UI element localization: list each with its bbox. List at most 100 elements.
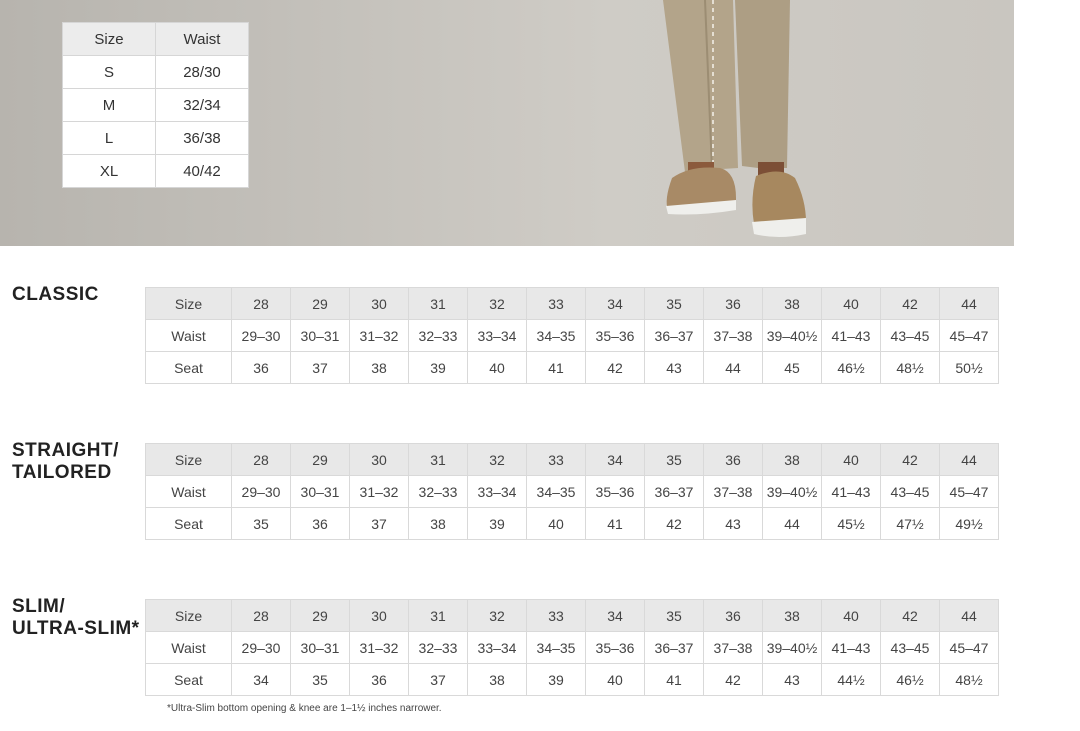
slim-fit-title: SLIM/ ULTRA-SLIM* — [12, 596, 140, 640]
seat-value-cell: 38 — [408, 507, 468, 540]
waist-cell: 36/38 — [155, 121, 249, 155]
waist-value-cell: 45–47 — [939, 319, 999, 352]
sizes-value-cell: 36 — [703, 599, 763, 632]
seat-value-cell: 45 — [762, 351, 822, 384]
sizes-value-cell: 33 — [526, 599, 586, 632]
seat-value-cell: 39 — [408, 351, 468, 384]
sizes-value-cell: 42 — [880, 287, 940, 320]
waist-value-cell: 41–43 — [821, 319, 881, 352]
seat-value-cell: 39 — [526, 663, 586, 696]
sizes-value-cell: 44 — [939, 443, 999, 476]
seat-label-cell: Seat — [145, 663, 232, 696]
seat-value-cell: 46½ — [821, 351, 881, 384]
waist-value-cell: 34–35 — [526, 475, 586, 508]
waist-row: Waist 29–30 30–31 31–32 32–33 33–34 34–35 35–36… — [145, 631, 999, 664]
sizes-value-cell: 40 — [821, 287, 881, 320]
seat-value-cell: 49½ — [939, 507, 999, 540]
waist-value-cell: 35–36 — [585, 319, 645, 352]
sizes-value-cell: 33 — [526, 287, 586, 320]
general-size-table: Size Waist S 28/30 M 32/34 L 36/38 XL 40… — [62, 22, 249, 188]
sizes-value-cell: 34 — [585, 599, 645, 632]
waist-label-cell: Waist — [145, 475, 232, 508]
size-row: Size 28 29 30 31 32 33 34 35 36 38 40 42 44 — [145, 287, 999, 320]
table-row: M 32/34 — [62, 88, 249, 122]
seat-value-cell: 36 — [290, 507, 350, 540]
sizes-value-cell: 35 — [644, 287, 704, 320]
sizes-value-cell: 28 — [231, 287, 291, 320]
seat-value-cell: 44½ — [821, 663, 881, 696]
seat-value-cell: 42 — [644, 507, 704, 540]
sizes-value-cell: 32 — [467, 287, 527, 320]
seat-value-cell: 42 — [585, 351, 645, 384]
seat-value-cell: 47½ — [880, 507, 940, 540]
seat-value-cell: 34 — [231, 663, 291, 696]
seat-value-cell: 40 — [467, 351, 527, 384]
waist-value-cell: 35–36 — [585, 475, 645, 508]
size-row: Size 28 29 30 31 32 33 34 35 36 38 40 42 44 — [145, 599, 999, 632]
waist-value-cell: 29–30 — [231, 475, 291, 508]
seat-value-cell: 40 — [585, 663, 645, 696]
sizes-value-cell: 44 — [939, 287, 999, 320]
waist-value-cell: 36–37 — [644, 475, 704, 508]
waist-value-cell: 39–40½ — [762, 631, 822, 664]
waist-value-cell: 45–47 — [939, 631, 999, 664]
seat-value-cell: 37 — [408, 663, 468, 696]
waist-value-cell: 32–33 — [408, 631, 468, 664]
waist-value-cell: 35–36 — [585, 631, 645, 664]
seat-value-cell: 44 — [703, 351, 763, 384]
header-waist: Waist — [155, 22, 249, 56]
seat-value-cell: 41 — [585, 507, 645, 540]
size-row: Size 28 29 30 31 32 33 34 35 36 38 40 42 44 — [145, 443, 999, 476]
sizes-value-cell: 30 — [349, 599, 409, 632]
waist-value-cell: 45–47 — [939, 475, 999, 508]
slim-size-table: Size 28 29 30 31 32 33 34 35 36 38 40 42 44 Waist 29–3… — [145, 599, 999, 696]
fit-title-line2: ULTRA-SLIM* — [12, 618, 140, 639]
waist-value-cell: 36–37 — [644, 319, 704, 352]
waist-cell: 32/34 — [155, 88, 249, 122]
fit-title-line2: TAILORED — [12, 462, 112, 483]
sizes-value-cell: 38 — [762, 443, 822, 476]
waist-value-cell: 32–33 — [408, 475, 468, 508]
seat-value-cell: 39 — [467, 507, 527, 540]
seat-value-cell: 42 — [703, 663, 763, 696]
seat-row: Seat 36 37 38 39 40 41 42 43 44 45 46½ 48½ 50½ — [145, 351, 999, 384]
straight-size-table: Size 28 29 30 31 32 33 34 35 36 38 40 42 44 Waist 29–3… — [145, 443, 999, 540]
seat-value-cell: 43 — [644, 351, 704, 384]
seat-row: Seat 35 36 37 38 39 40 41 42 43 44 45½ 47½ 49½ — [145, 507, 999, 540]
hero-banner: Size Waist S 28/30 M 32/34 L 36/38 XL 40… — [0, 0, 1014, 246]
waist-row: Waist 29–30 30–31 31–32 32–33 33–34 34–35 35–36… — [145, 475, 999, 508]
sizes-value-cell: 40 — [821, 443, 881, 476]
fit-title-text: CLASSIC — [12, 284, 99, 305]
table-row: L 36/38 — [62, 121, 249, 155]
waist-cell: 28/30 — [155, 55, 249, 89]
waist-value-cell: 31–32 — [349, 319, 409, 352]
sizes-value-cell: 29 — [290, 599, 350, 632]
classic-fit-title: CLASSIC — [12, 284, 99, 306]
header-size: Size — [62, 22, 156, 56]
sizes-value-cell: 33 — [526, 443, 586, 476]
seat-value-cell: 43 — [703, 507, 763, 540]
seat-value-cell: 36 — [231, 351, 291, 384]
sizes-value-cell: 36 — [703, 287, 763, 320]
sizes-value-cell: 42 — [880, 599, 940, 632]
sizes-value-cell: 38 — [762, 287, 822, 320]
waist-value-cell: 30–31 — [290, 475, 350, 508]
seat-row: Seat 34 35 36 37 38 39 40 41 42 43 44½ 46½ 48½ — [145, 663, 999, 696]
seat-value-cell: 37 — [349, 507, 409, 540]
waist-value-cell: 30–31 — [290, 319, 350, 352]
fit-title-line1: SLIM/ — [12, 596, 66, 617]
seat-value-cell: 38 — [349, 351, 409, 384]
waist-value-cell: 41–43 — [821, 475, 881, 508]
seat-value-cell: 41 — [526, 351, 586, 384]
sizes-value-cell: 29 — [290, 287, 350, 320]
sizes-label-cell: Size — [145, 443, 232, 476]
sizes-value-cell: 42 — [880, 443, 940, 476]
waist-value-cell: 43–45 — [880, 475, 940, 508]
seat-value-cell: 44 — [762, 507, 822, 540]
waist-value-cell: 37–38 — [703, 631, 763, 664]
waist-row: Waist 29–30 30–31 31–32 32–33 33–34 34–35 35–36… — [145, 319, 999, 352]
waist-label-cell: Waist — [145, 631, 232, 664]
sizes-value-cell: 44 — [939, 599, 999, 632]
waist-label-cell: Waist — [145, 319, 232, 352]
size-cell: L — [62, 121, 156, 155]
